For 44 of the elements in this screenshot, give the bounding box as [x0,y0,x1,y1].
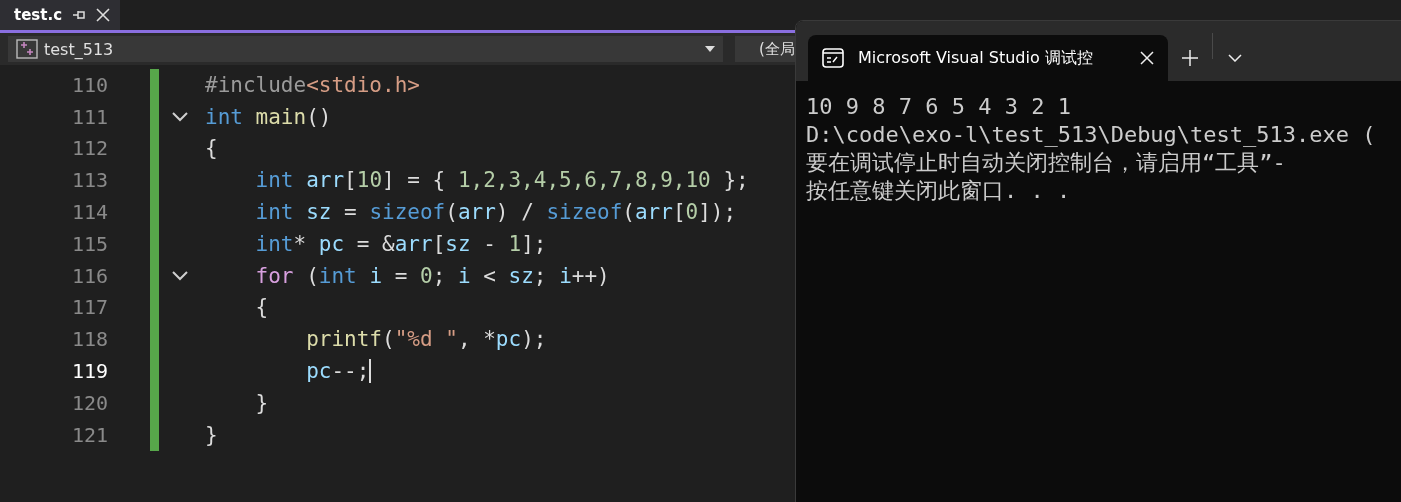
change-bar [150,69,159,101]
code-line: int main() [204,103,333,131]
code-line: int sz = sizeof(arr) / sizeof(arr[0]); [254,199,738,227]
console-output-line: 要在调试停止时自动关闭控制台，请启用“工具”- [806,149,1287,177]
line-number: 116 [70,263,108,288]
code-line: int* pc = &arr[sz - 1]; [254,230,548,258]
line-number: 118 [70,327,108,352]
chevron-down-icon [1228,54,1242,62]
code-line: { [254,294,270,322]
code-line: } [254,389,270,417]
line-number: 121 [70,422,108,447]
fold-chevron-icon[interactable] [171,110,189,123]
dropdown-arrow-icon [705,46,715,52]
close-icon[interactable] [1140,51,1154,65]
fold-chevron-icon[interactable] [171,269,189,282]
line-number: 113 [70,168,108,193]
project-icon [16,39,38,59]
line-number: 110 [70,72,108,97]
code-line: #include<stdio.h> [204,71,421,99]
line-number: 112 [70,136,108,161]
console-tab[interactable]: Microsoft Visual Studio 调试控 [808,35,1168,81]
line-number: 111 [70,104,108,129]
current-code-line: pc--; [305,358,373,386]
plus-icon [1182,50,1198,66]
change-bar [150,418,159,451]
editor-tab[interactable]: test.c [0,0,121,30]
line-number: 115 [70,231,108,256]
code-line: { [204,135,219,163]
code-line: printf("%d ", *pc); [305,326,548,354]
console-output-line: 10 9 8 7 6 5 4 3 2 1 [806,93,1072,121]
code-line: for (int i = 0; i < sz; i++) [254,262,611,290]
console-output-line: 按任意键关闭此窗口. . . [806,177,1072,205]
tab-title: test.c [14,6,63,24]
code-line: } [204,421,219,449]
line-number: 120 [70,390,108,415]
console-output-line: D:\code\exo-l\test_513\Debug\test_513.exe ( [806,121,1377,149]
close-icon[interactable] [96,8,111,22]
project-dropdown[interactable]: test_513 [8,36,723,62]
code-line: int arr[10] = { 1,2,3,4,5,6,7,8,9,10 }; [254,167,750,195]
terminal-icon [822,48,844,68]
line-number: 114 [70,200,108,225]
scope-dropdown[interactable]: (全局 [735,36,795,62]
line-number: 117 [70,295,108,320]
line-number: 119 [70,359,108,384]
